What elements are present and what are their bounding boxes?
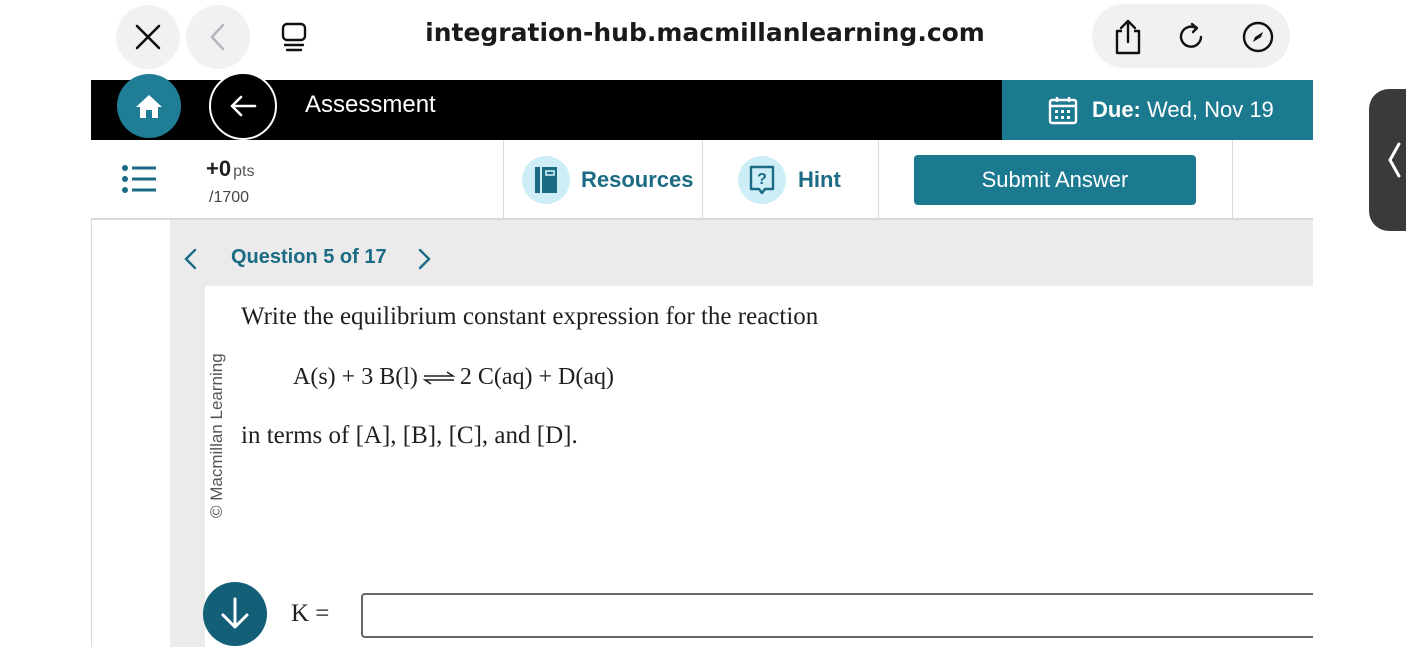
- compass-icon: [1242, 21, 1274, 53]
- home-button[interactable]: [117, 74, 181, 138]
- share-icon: [1115, 19, 1141, 55]
- home-icon: [136, 95, 162, 118]
- calendar-icon: [1048, 97, 1078, 125]
- copyright-notice: © Macmillan Learning: [207, 353, 226, 518]
- tabs-button[interactable]: [262, 5, 326, 69]
- toolbar-divider: [878, 140, 879, 218]
- page-title: Assessment: [305, 91, 436, 118]
- reload-button[interactable]: [1174, 19, 1210, 55]
- assessment-back-button[interactable]: [209, 72, 277, 140]
- reaction-reactants: A(s) + 3 B(l): [293, 364, 418, 390]
- question-side-strip: [170, 286, 205, 647]
- next-question-icon[interactable]: [413, 244, 435, 274]
- url-bar[interactable]: integration-hub.macmillanlearning.com: [420, 18, 990, 47]
- question-list-menu-icon[interactable]: [121, 164, 157, 194]
- book-icon: [535, 167, 557, 193]
- reaction-equation: A(s) + 3 B(l) 2 C(aq) + D(aq): [293, 364, 614, 391]
- answer-input[interactable]: [361, 593, 1313, 638]
- toolbar-divider: [503, 140, 504, 218]
- question-prompt: Write the equilibrium constant expressio…: [241, 303, 819, 330]
- question-counter: Question 5 of 17: [231, 246, 387, 268]
- equilibrium-arrows-icon: [422, 370, 456, 385]
- browser-back-button[interactable]: [186, 5, 250, 69]
- svg-text:?: ?: [757, 171, 767, 188]
- question-terms: in terms of [A], [B], [C], and [D].: [241, 422, 578, 449]
- chevron-left-icon: [1388, 142, 1401, 178]
- close-icon: [135, 24, 161, 50]
- share-button[interactable]: [1110, 17, 1146, 57]
- compass-button[interactable]: [1240, 19, 1276, 55]
- answer-label: K =: [291, 600, 330, 627]
- due-label: Due:: [1092, 97, 1141, 122]
- scroll-down-button[interactable]: [203, 582, 267, 646]
- hint-button[interactable]: ?: [738, 156, 786, 204]
- score-value: +0: [206, 156, 232, 181]
- score-unit: pts: [233, 163, 255, 180]
- close-tab-button[interactable]: [116, 5, 180, 69]
- tabs-icon: [281, 22, 307, 52]
- reaction-products: 2 C(aq) + D(aq): [459, 364, 615, 390]
- due-value: Wed, Nov 19: [1147, 97, 1274, 122]
- toolbar-divider: [1232, 140, 1233, 218]
- hint-icon: ?: [749, 165, 775, 195]
- back-icon: [210, 23, 225, 51]
- score: +0 pts: [206, 156, 254, 182]
- due-date-box: Due: Wed, Nov 19: [1002, 80, 1313, 140]
- resources-button[interactable]: [522, 156, 570, 204]
- arrow-left-icon: [230, 95, 257, 117]
- previous-question-icon[interactable]: [180, 244, 202, 274]
- hint-label[interactable]: Hint: [798, 167, 841, 193]
- side-panel-handle[interactable]: [1369, 89, 1406, 231]
- arrow-down-icon: [221, 597, 249, 629]
- due-date: Due: Wed, Nov 19: [1092, 97, 1274, 123]
- resources-label[interactable]: Resources: [581, 167, 694, 193]
- toolbar-divider: [702, 140, 703, 218]
- score-total: /1700: [209, 189, 250, 206]
- reload-icon: [1179, 22, 1203, 48]
- submit-answer-button[interactable]: Submit Answer: [914, 155, 1196, 205]
